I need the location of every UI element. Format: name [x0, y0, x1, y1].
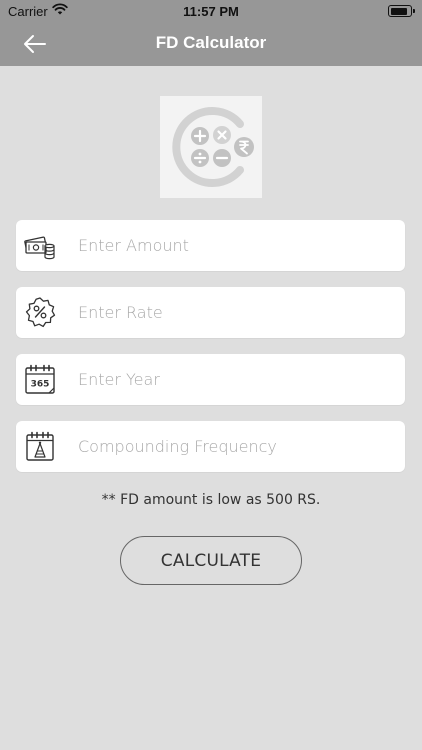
year-field[interactable]: 365 — [16, 354, 405, 405]
navigation-bar: FD Calculator — [0, 22, 422, 66]
clock: 11:57 PM — [183, 4, 239, 19]
rate-input[interactable] — [78, 287, 393, 338]
calendar-icon-label: 365 — [31, 380, 50, 390]
calendar-icon: 365 — [24, 363, 56, 395]
frequency-calendar-icon — [24, 430, 56, 462]
minimum-amount-note: ** FD amount is low as 500 RS. — [101, 492, 321, 508]
rate-field[interactable] — [16, 287, 405, 338]
compounding-frequency-input[interactable] — [78, 421, 393, 472]
year-input[interactable] — [78, 354, 393, 405]
amount-input[interactable] — [78, 220, 393, 271]
percent-badge-icon — [24, 296, 56, 328]
calculate-button[interactable]: CALCULATE — [120, 536, 302, 585]
status-bar: Carrier 11:57 PM — [0, 0, 422, 22]
amount-field[interactable] — [16, 220, 405, 271]
money-icon — [24, 229, 56, 261]
battery-icon — [388, 5, 415, 17]
compounding-frequency-field[interactable] — [16, 421, 405, 472]
page-title: FD Calculator — [155, 33, 267, 52]
calculator-logo-icon — [160, 96, 262, 198]
